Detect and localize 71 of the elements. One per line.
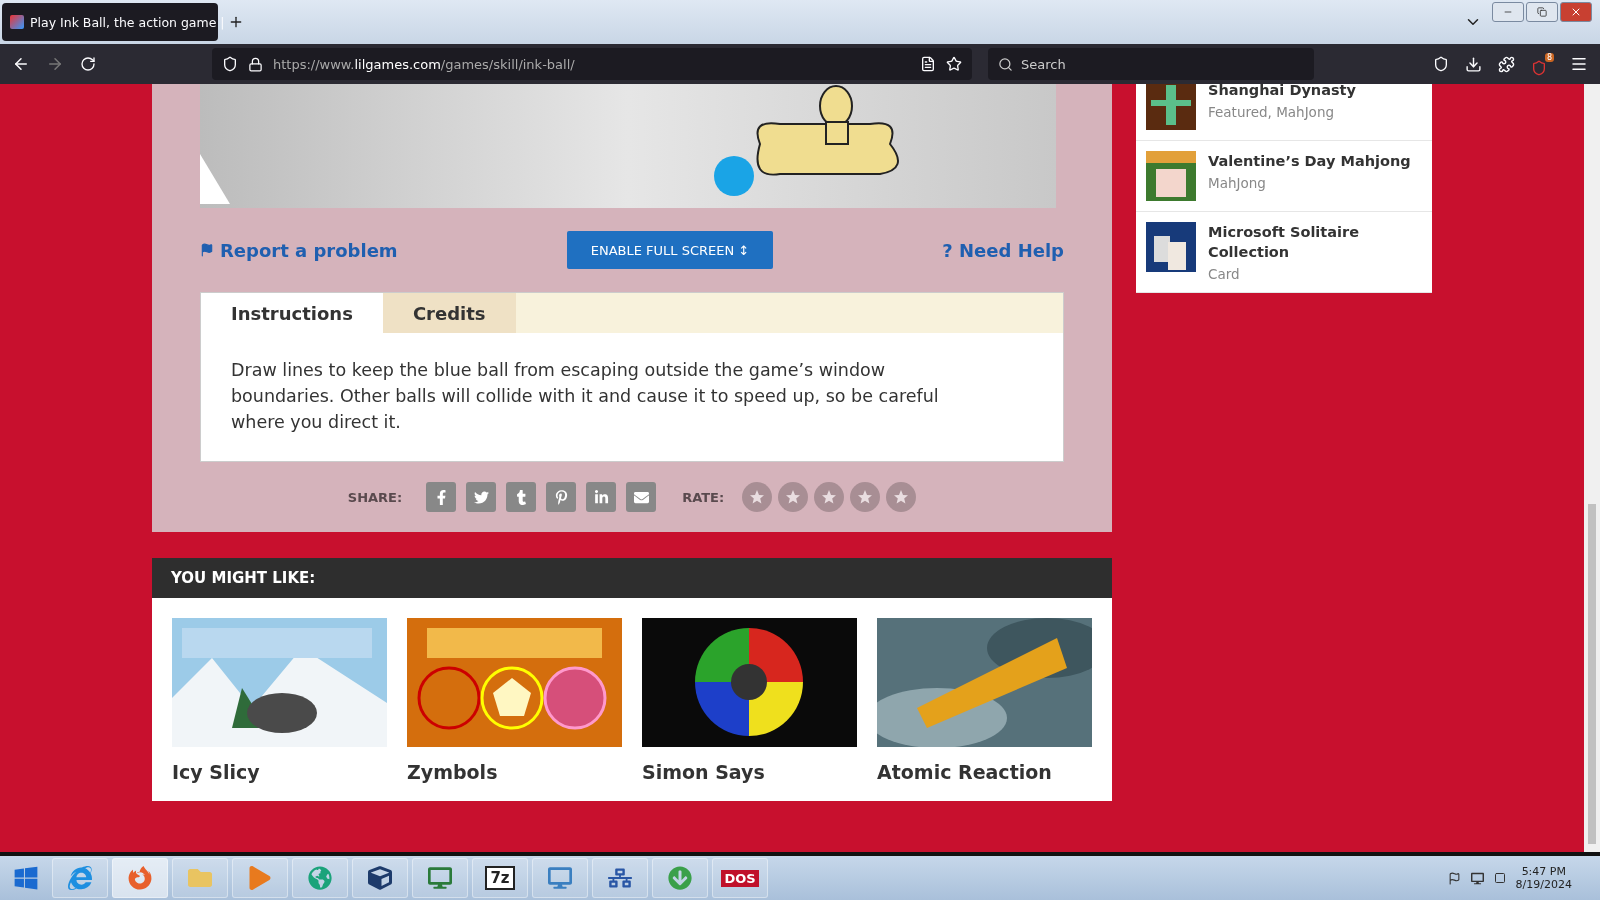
new-tab-icon[interactable] — [228, 14, 244, 30]
restore-button[interactable] — [1526, 2, 1558, 22]
clock: 5:47 PM 8/19/2024 — [1515, 865, 1572, 891]
game-link[interactable]: Zymbols — [407, 618, 622, 783]
search-field[interactable]: Search — [988, 48, 1314, 80]
lock-icon — [248, 56, 263, 72]
url-text: https://www.lilgames.com/games/skill/ink-ball/ — [273, 56, 576, 72]
instructions-text: Draw lines to keep the blue ball from escaping outside the game’s window boundaries. Other balls will collide with it and cause it to speed up, so be careful where you direct it. — [230, 359, 940, 434]
extension-icon[interactable] — [1531, 59, 1547, 76]
monitor-icon — [548, 866, 572, 890]
browser-icon — [128, 866, 152, 890]
taskbar-app[interactable]: 7z — [472, 858, 528, 898]
rate-label: RATE: — [682, 489, 725, 505]
reload-icon[interactable] — [80, 56, 96, 72]
restore-icon — [1537, 7, 1547, 17]
extension-badge: 8 — [1544, 52, 1554, 62]
puzzle-icon[interactable] — [1498, 55, 1515, 73]
shield-icon — [222, 56, 238, 72]
sidebar-item[interactable]: Microsoft Solitaire Collection Card — [1136, 212, 1432, 293]
folder-icon — [188, 866, 212, 890]
scrollbar[interactable] — [1584, 84, 1600, 852]
close-icon — [1570, 6, 1582, 18]
share-button[interactable] — [546, 482, 577, 512]
linkedin-icon — [593, 489, 609, 505]
play-icon — [248, 866, 272, 890]
download-icon[interactable] — [1465, 55, 1482, 73]
share-label: SHARE: — [347, 489, 403, 505]
share-button[interactable] — [506, 482, 537, 512]
tab[interactable]: Credits — [382, 293, 516, 333]
taskbar-app[interactable]: DOS — [712, 858, 768, 898]
rate-star-button[interactable] — [886, 482, 917, 512]
share-button[interactable] — [586, 482, 617, 512]
cube-icon — [368, 866, 392, 890]
taskbar-app[interactable] — [352, 858, 408, 898]
favicon-icon — [10, 15, 24, 29]
section-header: YOU MIGHT LIKE: — [152, 558, 1112, 598]
flag-icon — [200, 243, 214, 257]
sidebar-item[interactable]: Shanghai Dynasty Featured, MahJong — [1136, 84, 1432, 141]
globe-icon — [308, 866, 332, 890]
tab[interactable]: Instructions — [201, 293, 383, 333]
menu-icon[interactable] — [1570, 55, 1588, 73]
share-button[interactable] — [426, 482, 457, 512]
game-link[interactable]: Atomic Reaction — [877, 618, 1092, 783]
star-icon[interactable] — [946, 56, 962, 72]
pinterest-icon — [553, 489, 569, 505]
sidebar-item[interactable]: Valentine’s Day Mahjong MahJong — [1136, 141, 1432, 212]
forward-icon[interactable] — [46, 55, 64, 73]
close-window-button[interactable] — [1560, 2, 1592, 22]
back-icon[interactable] — [12, 55, 30, 73]
rate-star-button[interactable] — [742, 482, 773, 512]
rate-star-button[interactable] — [778, 482, 809, 512]
reader-icon[interactable] — [920, 56, 936, 72]
monitor-icon — [428, 866, 452, 890]
taskbar-app[interactable] — [592, 858, 648, 898]
bird-icon — [473, 489, 489, 505]
browser-icon — [68, 866, 92, 890]
rate-star-button[interactable] — [850, 482, 881, 512]
share-button[interactable] — [466, 482, 497, 512]
share-button[interactable] — [626, 482, 657, 512]
arrow-icon — [668, 866, 692, 890]
rate-star-button[interactable] — [814, 482, 845, 512]
flag-icon — [1447, 871, 1461, 885]
fullscreen-button[interactable]: ENABLE FULL SCREEN ↕ — [566, 231, 774, 269]
address-bar[interactable]: https://www.lilgames.com/games/skill/ink-ball/ — [212, 48, 972, 80]
game-link[interactable]: Icy Slicy — [172, 618, 387, 783]
envelope-icon — [633, 489, 649, 505]
game-link[interactable]: Simon Says — [642, 618, 857, 783]
taskbar-app[interactable] — [412, 858, 468, 898]
tab-title: Play Ink Ball, the action game | — [30, 14, 225, 30]
search-icon — [998, 56, 1013, 72]
minimize-button[interactable] — [1492, 2, 1524, 22]
